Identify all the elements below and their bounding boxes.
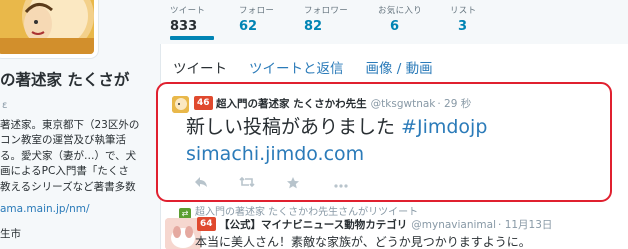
bio-line: る。愛犬家（妻が…）で、犬 bbox=[0, 149, 137, 162]
stat-value: 833 bbox=[170, 19, 198, 34]
stat-label: フォロー bbox=[239, 6, 275, 16]
stat-label: お気に入り bbox=[378, 6, 423, 16]
tweet-text: 新しい投稿がありました bbox=[186, 116, 402, 138]
stat-tweets[interactable]: ツイート 833 bbox=[170, 4, 205, 34]
profile-location: 生市 bbox=[0, 228, 21, 240]
profile-name[interactable]: の著述家 たくさが bbox=[0, 68, 165, 90]
tab-tweets-and-replies[interactable]: ツイートと返信 bbox=[249, 61, 344, 77]
tweet-author-name[interactable]: 超入門の著述家 たくさかわ先生 bbox=[216, 98, 367, 110]
tweet-header: 超入門の著述家 たくさかわ先生 @tksgwtnak · 29 秒 bbox=[216, 96, 471, 111]
stat-value: 62 bbox=[239, 19, 258, 34]
stat-label: フォロワー bbox=[304, 6, 349, 16]
bio-fragment: ε bbox=[2, 100, 8, 111]
timeline: ツイート ツイートと返信 画像 / 動画 46 超入門の著述家 たくさかわ先生 @tk… bbox=[156, 44, 628, 249]
retweet-body: 本当に美人さん！素敵な家族が、どうか見つかりますように。 bbox=[195, 235, 531, 249]
more-options-icon[interactable] bbox=[332, 176, 350, 194]
tweet-timestamp[interactable]: · 29 秒 bbox=[437, 98, 471, 110]
favorite-star-icon[interactable] bbox=[284, 176, 302, 194]
profile-website-link[interactable]: ama.main.jp/nm/ bbox=[0, 203, 90, 215]
active-stat-indicator bbox=[170, 36, 214, 40]
stat-value: 6 bbox=[390, 19, 400, 34]
retweet-author-name[interactable]: 【公式】マイナビニュース動物カテゴリ bbox=[219, 219, 407, 231]
stat-followers[interactable]: フォロワー 82 bbox=[304, 4, 348, 34]
bio-line: 画によるPC入門書「たくさ bbox=[0, 165, 129, 178]
retweet-timestamp[interactable]: · 11月13日 bbox=[498, 219, 552, 231]
bio-line: 教えるシリーズなど著書多数 bbox=[0, 180, 136, 193]
profile-sidebar: ε の著述家 たくさが 著述家。東京都下（23区外の コン教室の運営及び執筆活 … bbox=[0, 0, 160, 249]
new-tweet-card[interactable]: 46 超入門の著述家 たくさかわ先生 @tksgwtnak · 29 秒 新しい投稿… bbox=[156, 82, 612, 202]
stat-lists[interactable]: リスト 3 bbox=[450, 4, 476, 34]
tab-photos-videos[interactable]: 画像 / 動画 bbox=[366, 61, 433, 77]
tweet-author-handle[interactable]: @tksgwtnak bbox=[371, 98, 436, 110]
tweet-actions bbox=[192, 176, 392, 194]
retweet-header: 【公式】マイナビニュース動物カテゴリ @mynavianimal · 11月13日 bbox=[219, 217, 552, 232]
bio-line: コン教室の運営及び執筆活 bbox=[0, 134, 126, 147]
stat-value: 3 bbox=[458, 19, 468, 34]
profile-avatar[interactable] bbox=[0, 0, 98, 58]
retweet-icon[interactable] bbox=[238, 176, 256, 194]
reply-icon[interactable] bbox=[192, 176, 210, 194]
stat-following[interactable]: フォロー 62 bbox=[239, 4, 274, 34]
hashtag-link[interactable]: #Jimdojp bbox=[401, 116, 487, 138]
tab-tweets[interactable]: ツイート bbox=[173, 61, 227, 77]
tweet-url-link[interactable]: simachi.jimdo.com bbox=[186, 141, 487, 168]
timeline-tabs: ツイート ツイートと返信 画像 / 動画 bbox=[173, 57, 455, 77]
stat-label: ツイート bbox=[170, 6, 206, 16]
bio-line: 著述家。東京都下（23区外の bbox=[0, 119, 140, 131]
tweet-author-avatar[interactable] bbox=[172, 96, 189, 113]
profile-stats-bar: ツイート 833 フォロー 62 フォロワー 82 お気に入り 6 リスト 3 bbox=[170, 0, 628, 40]
stat-value: 82 bbox=[304, 19, 323, 34]
tweet-body: 新しい投稿がありました #Jimdojp simachi.jimdo.com bbox=[186, 114, 487, 168]
stat-label: リスト bbox=[450, 6, 477, 16]
profile-bio: 著述家。東京都下（23区外の コン教室の運営及び執筆活 る。愛犬家（妻が…）で、… bbox=[0, 118, 150, 195]
stat-favorites[interactable]: お気に入り 6 bbox=[378, 4, 422, 34]
score-badge: 64 bbox=[197, 217, 216, 231]
score-badge: 46 bbox=[194, 96, 213, 110]
retweet-author-handle[interactable]: @mynavianimal bbox=[411, 219, 496, 231]
